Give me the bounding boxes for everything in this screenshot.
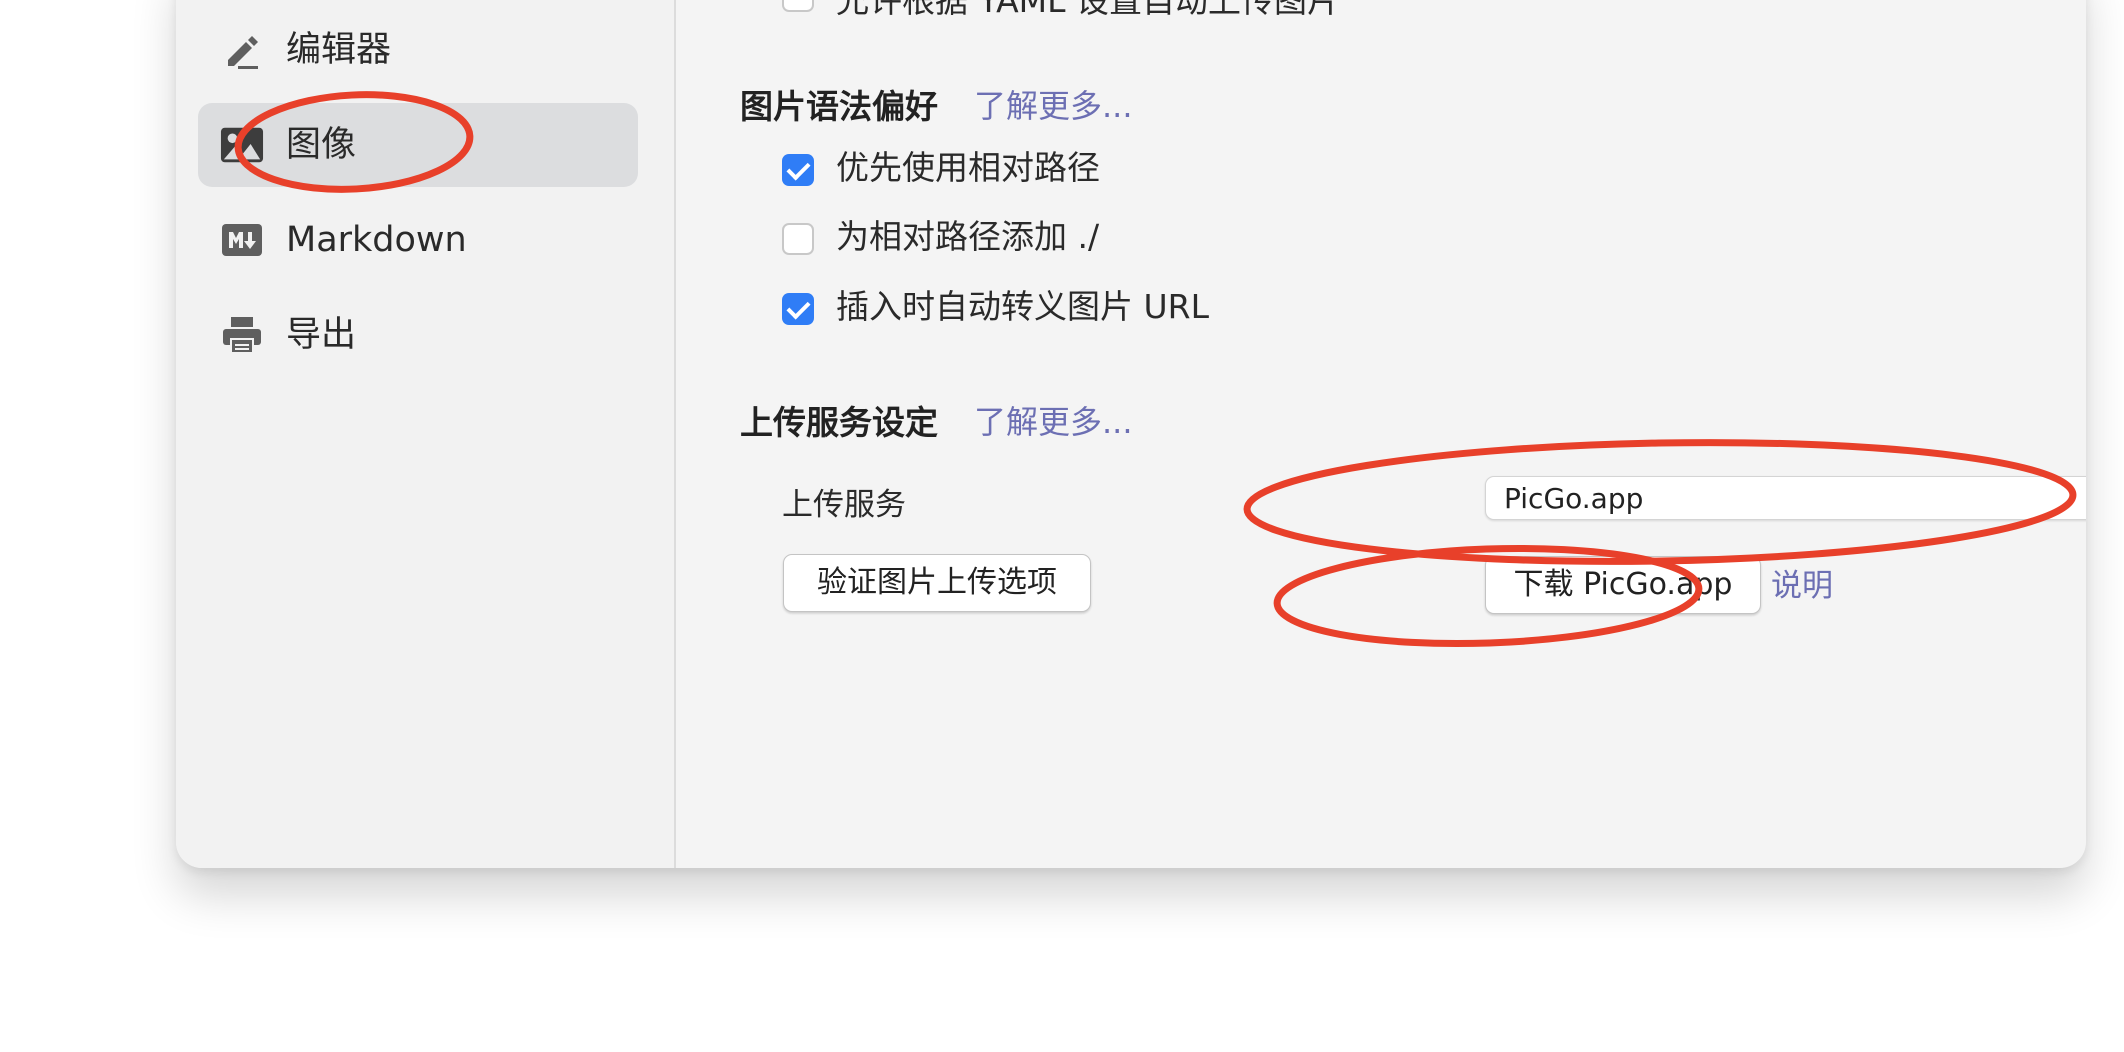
upload-learn-more-link[interactable]: 了解更多... (974, 397, 1133, 443)
preferences-window: 编辑器 图像 Markdown 导出 允许根据 YAML 设置自动上传图片 图片… (176, 0, 2086, 868)
image-syntax-learn-more-link[interactable]: 了解更多... (974, 81, 1133, 127)
download-picgo-button[interactable]: 下载 PicGo.app (1485, 556, 1761, 614)
sidebar: 编辑器 图像 Markdown 导出 (176, 0, 676, 868)
sidebar-item-markdown[interactable]: Markdown (198, 198, 638, 282)
sidebar-item-label: 导出 (286, 315, 357, 355)
settings-pane: 允许根据 YAML 设置自动上传图片 图片语法偏好 了解更多... 优先使用相对… (676, 0, 2086, 868)
image-icon (220, 125, 264, 165)
upload-settings-title: 上传服务设定 (740, 403, 938, 442)
yaml-upload-checkbox[interactable] (782, 0, 814, 12)
escape-url-checkbox[interactable] (782, 293, 814, 325)
sidebar-item-label: 编辑器 (286, 30, 392, 70)
upload-service-label: 上传服务 (782, 487, 906, 523)
sidebar-item-export[interactable]: 导出 (198, 293, 638, 377)
relative-path-checkbox[interactable] (782, 154, 814, 186)
sidebar-item-editor[interactable]: 编辑器 (198, 8, 638, 92)
explain-link[interactable]: 说明 (1771, 560, 1833, 605)
printer-icon (220, 315, 264, 355)
upload-service-value: PicGo.app (1504, 482, 1644, 515)
upload-service-select[interactable]: PicGo.app (1485, 476, 2086, 520)
sidebar-item-image[interactable]: 图像 (198, 103, 638, 187)
sidebar-item-label: 图像 (286, 125, 357, 165)
add-dot-slash-checkbox[interactable] (782, 223, 814, 255)
sidebar-item-label: Markdown (286, 220, 467, 260)
option-label: 为相对路径添加 ./ (836, 217, 1100, 256)
option-label: 允许根据 YAML 设置自动上传图片 (836, 0, 1341, 20)
verify-upload-button[interactable]: 验证图片上传选项 (783, 554, 1091, 612)
option-label: 优先使用相对路径 (836, 148, 1100, 187)
markdown-icon (220, 220, 264, 260)
pen-icon (220, 30, 264, 70)
image-syntax-title: 图片语法偏好 (740, 87, 938, 126)
option-label: 插入时自动转义图片 URL (836, 287, 1209, 326)
